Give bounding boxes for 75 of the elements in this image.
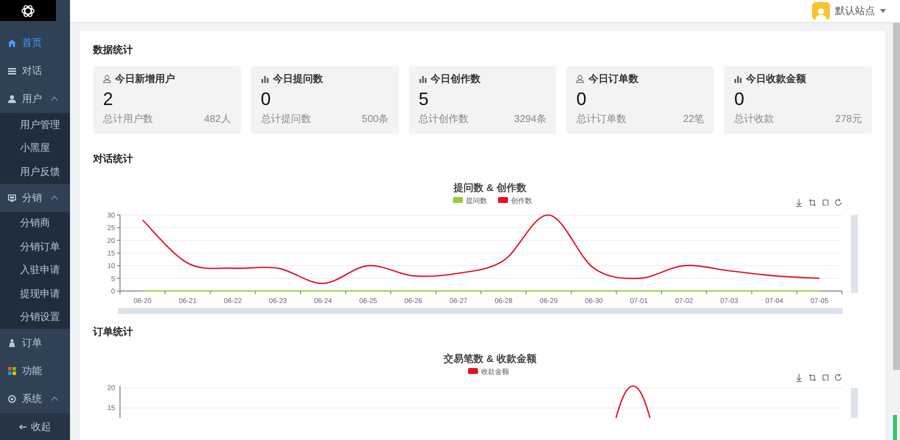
logo-panel[interactable] [0, 0, 56, 22]
sidebar-item[interactable]: 功能 [0, 357, 70, 386]
download-icon[interactable] [796, 198, 802, 207]
list-icon [8, 67, 16, 76]
person-outline-icon [103, 75, 111, 83]
refresh-icon[interactable] [835, 374, 842, 381]
zoom-slider-window[interactable] [118, 308, 843, 314]
zoom-slider-window[interactable] [851, 215, 858, 293]
person-outline-icon [576, 75, 584, 83]
knot-logo-icon [21, 4, 35, 18]
sidebar-item[interactable]: 首页 [0, 29, 70, 58]
sidebar-subitem[interactable]: 提现申请 [0, 282, 70, 306]
stat-title: 今日新增用户 [115, 72, 175, 86]
sidebar-subitem[interactable]: 分销商 [0, 212, 70, 236]
bar-chart-icon [418, 75, 427, 83]
site-name[interactable]: 默认站点 [835, 4, 875, 18]
sidebar-subitem[interactable]: 用户反馈 [0, 160, 70, 184]
stat-value: 5 [418, 89, 430, 110]
crop-icon[interactable] [808, 374, 816, 382]
scrollbar[interactable] [893, 23, 900, 440]
stat-value: 0 [734, 89, 746, 110]
stat-title: 今日提问数 [272, 72, 323, 86]
stat-total-value: 482人 [204, 113, 231, 126]
section-title: 对话统计 [93, 152, 134, 166]
crop-icon[interactable] [822, 374, 828, 382]
sidebar-item[interactable]: 用户 [0, 85, 70, 114]
stat-value: 2 [103, 89, 114, 110]
stat-total-value: 500条 [362, 113, 389, 126]
person-silhouette-icon [815, 7, 827, 20]
stat-total-label: 总计订单数 [576, 112, 626, 126]
stat-total-value: 22笔 [683, 113, 704, 126]
status-indicator [893, 414, 897, 440]
chart-title: 交易笔数 & 收款金额 [444, 354, 536, 365]
chart-title: 提问数 & 创作数 [454, 183, 526, 194]
stat-total-label: 总计提问数 [260, 112, 311, 126]
person-icon [8, 95, 16, 104]
sidebar-subitem[interactable]: 入驻申请 [0, 258, 70, 282]
legend-swatch [453, 197, 463, 203]
stat-title: 今日订单数 [588, 72, 638, 86]
dropdown-caret-icon[interactable] [880, 9, 886, 13]
stat-total-value: 278元 [835, 113, 862, 126]
monitor-icon [8, 194, 16, 202]
sidebar-subitem[interactable]: 分销设置 [0, 306, 70, 330]
stat-total-label: 总计收款 [734, 112, 774, 126]
refresh-icon[interactable] [835, 198, 842, 206]
crop-icon[interactable] [808, 198, 816, 206]
section-title: 订单统计 [93, 326, 134, 339]
zoom-slider-window[interactable] [851, 388, 858, 418]
stat-title: 今日收款金额 [746, 72, 806, 86]
sidebar-item[interactable]: 分销 [0, 184, 70, 212]
stat-total-label: 总计创作数 [418, 112, 469, 126]
bar-chart-icon [260, 75, 269, 83]
collapse-button[interactable]: 收起 [0, 413, 70, 440]
download-icon[interactable] [796, 374, 802, 382]
sidebar-item[interactable]: 对话 [0, 57, 70, 86]
stat-value: 0 [260, 89, 272, 110]
left-arrow-icon [19, 424, 27, 430]
bar-chart-icon [734, 75, 742, 83]
crop-icon[interactable] [822, 200, 828, 206]
home-icon [8, 39, 16, 48]
gear-icon [8, 395, 16, 404]
person-icon [8, 339, 16, 348]
sidebar-item[interactable]: 订单 [0, 329, 70, 358]
stat-title: 今日创作数 [430, 72, 481, 86]
grid-icon [8, 367, 16, 376]
stat-total-label: 总计用户数 [103, 112, 153, 126]
stat-total-value: 3294条 [514, 113, 546, 126]
legend-swatch [498, 197, 508, 203]
sidebar-subitem[interactable]: 分销订单 [0, 235, 70, 259]
line-series [615, 385, 651, 418]
sidebar-subitem[interactable]: 小黑屋 [0, 136, 70, 160]
section-title: 数据统计 [93, 44, 134, 57]
sidebar-item[interactable]: 系统 [0, 385, 70, 414]
sidebar-subitem[interactable]: 用户管理 [0, 113, 70, 137]
stat-value: 0 [576, 89, 588, 110]
